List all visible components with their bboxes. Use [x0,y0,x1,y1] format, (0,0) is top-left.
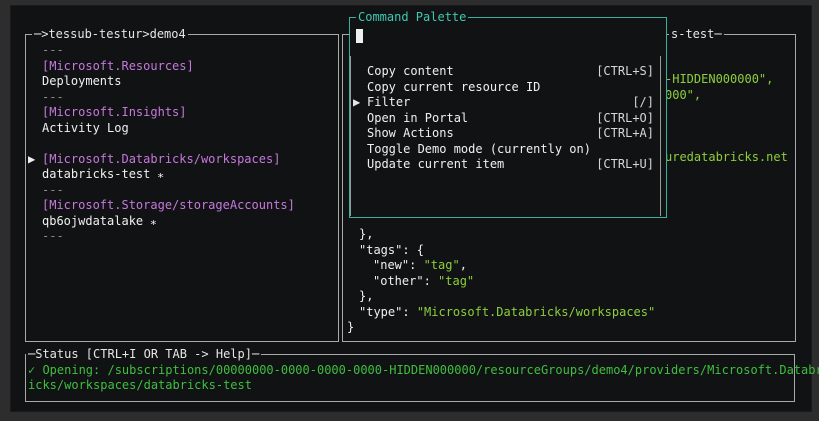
command-item[interactable]: Open in Portal [CTRL+O] [351,111,656,126]
command-item[interactable]: Copy current resource ID [351,80,656,95]
command-palette: Command Palette Copy content [CTRL+S] Copy… [349,9,667,218]
separator: --- [42,182,64,197]
command-list: Copy content [CTRL+S] Copy current resourc… [350,56,661,216]
json-key: "other" [373,273,424,288]
json-punct: , [459,258,467,272]
command-label: Copy current resource ID [367,79,541,94]
command-shortcut: [CTRL+A] [596,126,654,140]
command-list-right-border [660,56,661,216]
json-line: "new": "tag", [373,258,467,273]
json-key: "new" [373,258,410,272]
json-line: "type": "Microsoft.Databricks/workspaces… [359,305,655,320]
json-punct: } [347,320,355,334]
json-line: "other": "tag" [373,274,474,289]
json-punct: : [402,304,417,319]
command-label: Update current item [367,157,505,171]
resource-group-label: [Microsoft.Databricks/workspaces] [42,151,281,166]
separator: --- [42,43,64,57]
resource-group-label: [Microsoft.Resources] [42,58,194,73]
json-line: } [347,320,354,335]
json-line: }, [359,289,373,304]
command-palette-title: Command Palette [356,9,469,25]
json-line: "tags": { [359,243,424,258]
details-fragment: uredatabricks.net [665,149,788,164]
details-fragment: -HIDDEN000000", [665,72,774,86]
json-punct: : [423,273,439,288]
json-punct: }, [359,289,374,303]
json-value: "tag" [423,258,460,272]
json-key: "tags" [359,242,403,257]
command-shortcut: [CTRL+U] [596,157,654,171]
command-item[interactable]: Toggle Demo mode (currently on) [351,142,656,157]
command-label: Copy content [367,64,454,78]
status-panel: ─Status [CTRL+I OR TAB -> Help]─ ✓ Openi… [25,346,819,402]
details-panel-title: s-test─ [669,26,724,42]
resources-panel: ─>tessub-testur>demo4 --- [Microsoft.Reso… [25,26,339,342]
json-punct: : [409,258,424,272]
details-fragment: 000", [665,87,702,102]
command-label: Show Actions [367,126,454,140]
command-item[interactable]: ▶ Filter [/] [351,95,656,110]
json-key: "type" [359,304,403,319]
status-line-2: icks/workspaces/databricks-test [28,378,252,392]
terminal-window: ─>tessub-testur>demo4 --- [Microsoft.Reso… [10,5,819,412]
command-item[interactable]: Copy content [CTRL+S] [351,64,656,79]
separator: --- [42,89,64,104]
command-item[interactable]: Update current item [CTRL+U] [351,157,656,172]
selected-marker-icon: ▶ [353,95,361,109]
command-label: Toggle Demo mode (currently on) [367,141,591,156]
status-panel-title: ─Status [CTRL+I OR TAB -> Help]─ [26,346,262,362]
resource-group-label: [Microsoft.Insights] [42,105,187,119]
command-label: Open in Portal [367,110,469,125]
resource-group-label: [Microsoft.Storage/storageAccounts] [42,198,295,212]
resources-panel-title: ─>tessub-testur>demo4 [32,26,188,42]
command-shortcut: [CTRL+S] [596,64,654,78]
command-label: Filter [367,95,411,109]
command-shortcut: [CTRL+O] [596,110,654,125]
command-shortcut: [/] [632,95,654,109]
json-line: }, [359,227,373,242]
resource-item-label: Deployments [42,74,122,88]
json-value: "Microsoft.Databricks/workspaces" [416,304,656,319]
json-punct: }, [359,227,374,241]
separator: --- [42,229,64,243]
status-line-1: ✓ Opening: /subscriptions/00000000-0000-… [28,363,819,377]
command-item[interactable]: Show Actions [CTRL+A] [351,126,656,141]
command-palette-input[interactable] [356,29,363,43]
resource-item-label: qb6ojwdatalake ⁎ [42,213,157,228]
json-value: "tag" [438,273,475,288]
resource-item-label: Activity Log [42,120,129,135]
resource-item-label: databricks-test ⁎ [42,167,164,181]
selected-marker-icon: ▶ [28,151,36,166]
json-punct: : { [402,242,425,257]
